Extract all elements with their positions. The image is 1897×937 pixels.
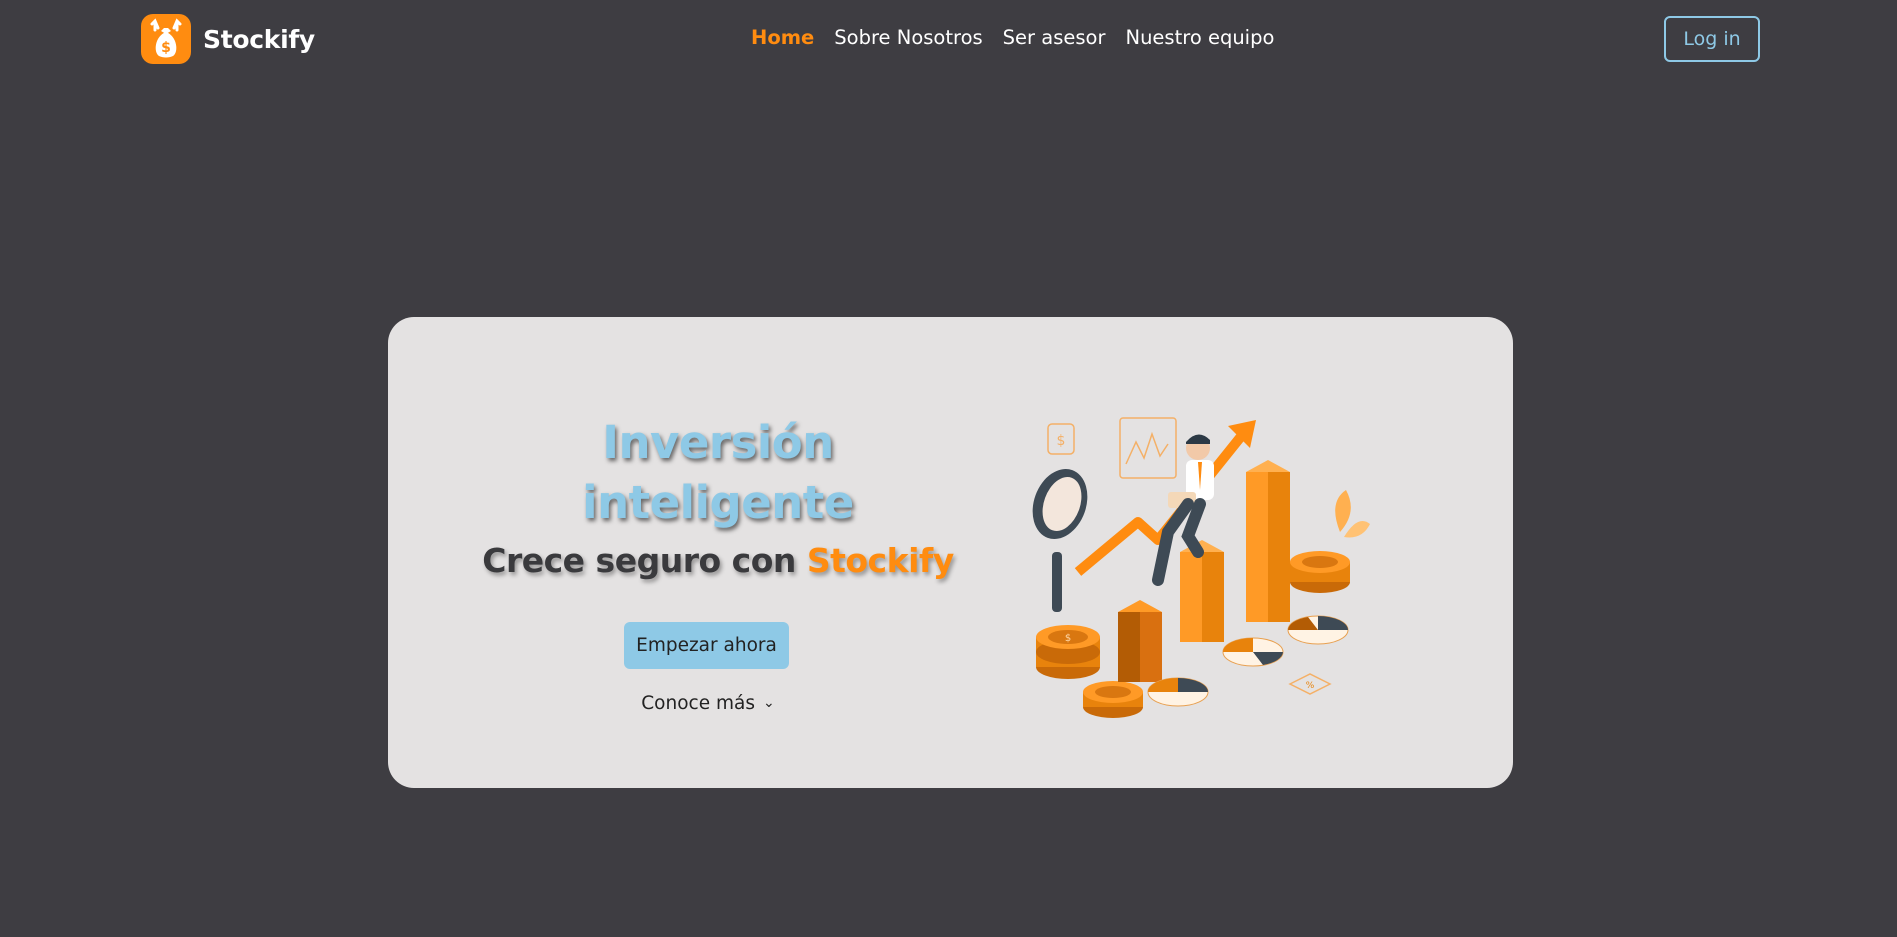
svg-text:$: $ xyxy=(161,40,171,56)
chevron-down-icon: ⌄ xyxy=(762,695,775,711)
pie-chart-icon-2 xyxy=(1222,637,1284,667)
svg-text:$: $ xyxy=(1065,633,1071,644)
coin-stack-right-icon xyxy=(1290,551,1350,593)
dollar-bubble-icon: $ xyxy=(1047,423,1075,455)
main-nav: Home Sobre Nosotros Ser asesor Nuestro e… xyxy=(751,26,1294,49)
subline-prefix: Crece seguro con xyxy=(482,541,807,580)
top-navbar: $ Stockify Home Sobre Nosotros Ser aseso… xyxy=(0,0,1897,80)
nav-link-nuestro-equipo[interactable]: Nuestro equipo xyxy=(1125,26,1274,49)
coin-stack-left-icon: $ xyxy=(1036,625,1100,679)
headline-line-2: inteligente xyxy=(582,476,854,529)
magnifier-icon xyxy=(1032,469,1088,612)
percent-tag-icon: % xyxy=(1288,673,1332,695)
start-now-button[interactable]: Empezar ahora xyxy=(624,622,789,669)
investor-growth-illustration: $ $ % xyxy=(1032,417,1370,718)
login-button[interactable]: Log in xyxy=(1664,16,1760,62)
hero-text: Inversión inteligente Crece seguro con S… xyxy=(388,317,1028,788)
nav-link-sobre-nosotros[interactable]: Sobre Nosotros xyxy=(834,26,982,49)
hero-headline: Inversión inteligente xyxy=(418,413,1018,533)
subline-brand: Stockify xyxy=(806,541,954,580)
leaf-icon xyxy=(1335,490,1370,538)
headline-line-1: Inversión xyxy=(602,416,834,469)
brand-name: Stockify xyxy=(203,24,315,54)
hero-subline: Crece seguro con Stockify xyxy=(418,541,1018,580)
nav-link-home[interactable]: Home xyxy=(751,26,814,49)
nav-link-ser-asesor[interactable]: Ser asesor xyxy=(1003,26,1106,49)
chart-frame-icon xyxy=(1119,417,1177,479)
pie-chart-icon-3 xyxy=(1147,677,1209,707)
svg-text:%: % xyxy=(1306,681,1315,691)
svg-text:$: $ xyxy=(1057,433,1066,449)
learn-more-link[interactable]: Conoce más ⌄ xyxy=(588,693,828,714)
coin-stack-bottom-icon xyxy=(1083,681,1143,718)
pie-chart-icon-1 xyxy=(1287,615,1349,645)
brand-link[interactable]: $ Stockify xyxy=(141,14,315,64)
hero-card: Inversión inteligente Crece seguro con S… xyxy=(388,317,1513,788)
learn-more-label: Conoce más xyxy=(641,693,755,714)
money-bag-icon: $ xyxy=(141,14,191,64)
